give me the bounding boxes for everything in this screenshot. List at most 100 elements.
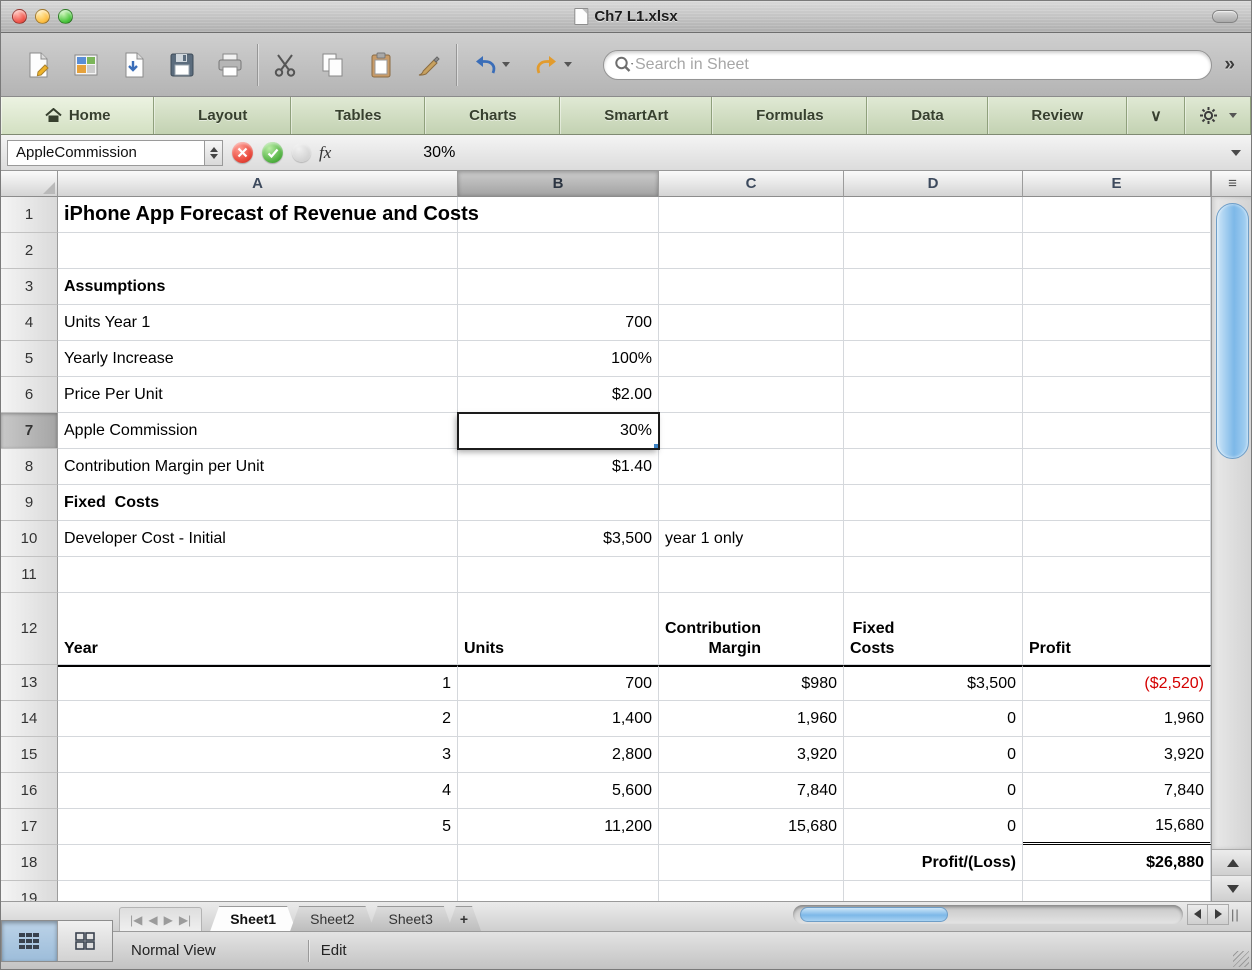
format-painter-button[interactable]	[411, 44, 447, 86]
cell-B5[interactable]: 100%	[458, 341, 659, 377]
row-header-17[interactable]: 17	[1, 809, 58, 845]
cell-A19[interactable]	[58, 881, 458, 901]
row-header-10[interactable]: 10	[1, 521, 58, 557]
horizontal-scroll-thumb[interactable]	[800, 906, 948, 922]
cell-D11[interactable]	[844, 557, 1023, 593]
cell-A1[interactable]: iPhone App Forecast of Revenue and Costs	[58, 197, 479, 233]
cell-D8[interactable]	[844, 449, 1023, 485]
column-header-D[interactable]: D	[844, 171, 1023, 197]
formula-builder-button[interactable]	[292, 143, 311, 162]
cell-A2[interactable]	[58, 233, 458, 269]
cell-E19[interactable]	[1023, 881, 1211, 901]
cell-A5[interactable]: Yearly Increase	[58, 341, 458, 377]
row-header-13[interactable]: 13	[1, 665, 58, 701]
tab-smartart[interactable]: SmartArt	[560, 97, 713, 134]
row-header-19[interactable]: 19	[1, 881, 58, 901]
horizontal-scrollbar[interactable]	[793, 904, 1183, 924]
last-sheet-button[interactable]: ▶|	[179, 913, 191, 927]
cell-D3[interactable]	[844, 269, 1023, 305]
cell-B16[interactable]: 5,600	[458, 773, 659, 809]
split-handle-icon[interactable]: ≡	[1212, 171, 1251, 197]
redo-button[interactable]	[528, 44, 578, 86]
cell-E4[interactable]	[1023, 305, 1211, 341]
row-header-12[interactable]: 12	[1, 593, 58, 665]
cell-A12[interactable]: Year	[58, 593, 458, 665]
sheet-tab-sheet1[interactable]: Sheet1	[210, 906, 296, 931]
cell-A15[interactable]: 3	[58, 737, 458, 773]
cell-E9[interactable]	[1023, 485, 1211, 521]
cell-D18[interactable]: Profit/(Loss)	[844, 845, 1023, 881]
cell-E2[interactable]	[1023, 233, 1211, 269]
cell-B6[interactable]: $2.00	[458, 377, 659, 413]
scroll-down-button[interactable]	[1212, 875, 1251, 901]
normal-view-button[interactable]	[2, 921, 57, 961]
cell-D15[interactable]: 0	[844, 737, 1023, 773]
redo-dropdown-arrow[interactable]	[564, 62, 572, 67]
fill-handle[interactable]	[653, 443, 658, 448]
tab-layout[interactable]: Layout	[154, 97, 292, 134]
column-header-E[interactable]: E	[1023, 171, 1211, 197]
cell-A16[interactable]: 4	[58, 773, 458, 809]
formula-bar-expand-button[interactable]	[1231, 149, 1241, 156]
cell-B2[interactable]	[458, 233, 659, 269]
cell-A8[interactable]: Contribution Margin per Unit	[58, 449, 458, 485]
cell-E5[interactable]	[1023, 341, 1211, 377]
cell-C5[interactable]	[659, 341, 844, 377]
cell-D9[interactable]	[844, 485, 1023, 521]
cell-B19[interactable]	[458, 881, 659, 901]
cell-A17[interactable]: 5	[58, 809, 458, 845]
cell-B12[interactable]: Units	[458, 593, 659, 665]
workbook-gallery-button[interactable]	[68, 44, 104, 86]
column-header-C[interactable]: C	[659, 171, 844, 197]
cell-E17[interactable]: 15,680	[1023, 809, 1211, 845]
vertical-scrollbar[interactable]: ≡	[1211, 171, 1251, 901]
enter-button[interactable]	[262, 142, 283, 163]
cell-D19[interactable]	[844, 881, 1023, 901]
cell-E8[interactable]	[1023, 449, 1211, 485]
tab-home[interactable]: Home	[1, 97, 155, 134]
cell-E13[interactable]: ($2,520)	[1023, 665, 1211, 701]
cell-D14[interactable]: 0	[844, 701, 1023, 737]
tab-data[interactable]: Data	[867, 97, 988, 134]
first-sheet-button[interactable]: |◀	[130, 913, 142, 927]
save-button[interactable]	[164, 44, 200, 86]
cell-E12[interactable]: Profit	[1023, 593, 1211, 665]
row-header-5[interactable]: 5	[1, 341, 58, 377]
pane-split-grip[interactable]: ||	[1231, 907, 1247, 922]
ribbon-collapse-button[interactable]: ∨	[1127, 97, 1185, 134]
cell-C10[interactable]: year 1 only	[659, 521, 844, 557]
cell-E10[interactable]	[1023, 521, 1211, 557]
row-header-9[interactable]: 9	[1, 485, 58, 521]
row-header-7[interactable]: 7	[1, 413, 58, 449]
cell-D4[interactable]	[844, 305, 1023, 341]
cell-E15[interactable]: 3,920	[1023, 737, 1211, 773]
cell-B17[interactable]: 11,200	[458, 809, 659, 845]
cell-B4[interactable]: 700	[458, 305, 659, 341]
scroll-up-button[interactable]	[1212, 850, 1251, 875]
cell-D1[interactable]	[844, 197, 1023, 233]
tab-formulas[interactable]: Formulas	[712, 97, 868, 134]
cell-C12[interactable]: Contribution Margin	[659, 593, 844, 665]
cell-C14[interactable]: 1,960	[659, 701, 844, 737]
close-button[interactable]	[12, 9, 27, 24]
cell-B9[interactable]	[458, 485, 659, 521]
row-header-1[interactable]: 1	[1, 197, 58, 233]
cell-B7[interactable]: 30%	[457, 412, 660, 450]
tab-charts[interactable]: Charts	[425, 97, 561, 134]
new-workbook-button[interactable]	[20, 44, 56, 86]
resize-grip[interactable]	[1233, 951, 1249, 967]
cell-E16[interactable]: 7,840	[1023, 773, 1211, 809]
cell-A14[interactable]: 2	[58, 701, 458, 737]
cell-B18[interactable]	[458, 845, 659, 881]
page-layout-view-button[interactable]	[56, 921, 112, 961]
cell-B14[interactable]: 1,400	[458, 701, 659, 737]
cell-C9[interactable]	[659, 485, 844, 521]
cell-C13[interactable]: $980	[659, 665, 844, 701]
cell-A7[interactable]: Apple Commission	[58, 413, 458, 449]
cell-A18[interactable]	[58, 845, 458, 881]
cell-C16[interactable]: 7,840	[659, 773, 844, 809]
cell-D13[interactable]: $3,500	[844, 665, 1023, 701]
cell-E18[interactable]: $26,880	[1023, 845, 1211, 881]
paste-button[interactable]	[363, 44, 399, 86]
row-header-6[interactable]: 6	[1, 377, 58, 413]
